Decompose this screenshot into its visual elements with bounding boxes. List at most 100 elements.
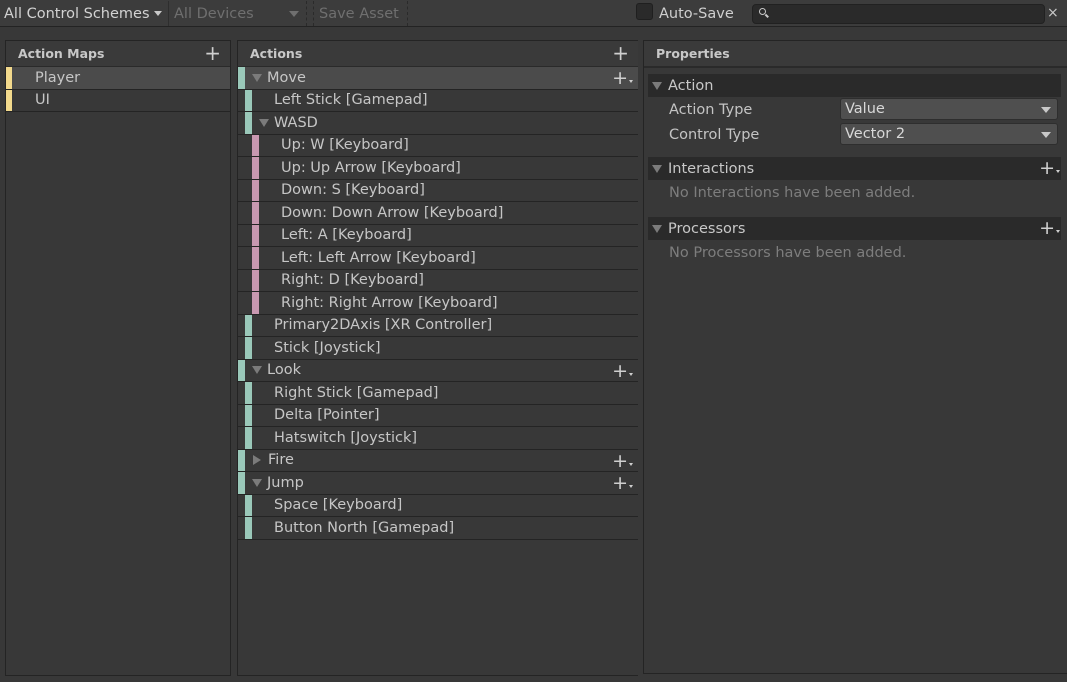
composite-part-item[interactable]: Right: D [Keyboard] — [238, 269, 638, 292]
binding-item[interactable]: Stick [Joystick] — [238, 337, 638, 360]
row-color-bar — [245, 427, 252, 449]
properties-title: Properties — [656, 46, 730, 61]
composite-part-item[interactable]: Down: S [Keyboard] — [238, 179, 638, 202]
actions-tree: Move + Left Stick [Gamepad] WASD Up: W [Keyb… — [238, 67, 638, 540]
search-field[interactable] — [752, 4, 1045, 24]
composite-part-item[interactable]: Up: W [Keyboard] — [238, 134, 638, 157]
interactions-empty-message: No Interactions have been added. — [669, 184, 916, 201]
composite-part-item[interactable]: Right: Right Arrow [Keyboard] — [238, 292, 638, 315]
add-action-button[interactable]: + — [612, 43, 629, 63]
properties-panel: Properties Action Action Type Value Cont… — [643, 40, 1067, 674]
save-asset-label: Save Asset — [319, 5, 399, 22]
row-label: Fire — [268, 452, 294, 469]
foldout-expanded-icon[interactable] — [252, 478, 262, 487]
binding-item[interactable]: Right Stick [Gamepad] — [238, 382, 638, 405]
action-section-title: Action — [668, 77, 714, 94]
interactions-section-header[interactable]: Interactions + — [648, 157, 1061, 180]
action-maps-header: Action Maps + — [6, 41, 230, 67]
control-type-label: Control Type — [669, 126, 760, 143]
action-type-label: Action Type — [669, 101, 753, 118]
action-item[interactable]: Look + — [238, 359, 638, 382]
row-color-bar — [252, 157, 259, 179]
row-label: Left: Left Arrow [Keyboard] — [281, 249, 476, 266]
action-type-row: Action Type Value — [644, 97, 1067, 122]
close-icon[interactable]: × — [1047, 5, 1059, 21]
chevron-down-icon — [1041, 107, 1051, 113]
control-scheme-dropdown[interactable]: All Control Schemes — [0, 1, 168, 26]
dropdown-indicator-icon — [629, 462, 633, 466]
action-map-item[interactable]: UI — [6, 89, 230, 112]
row-color-bar — [245, 89, 252, 111]
action-map-label: Player — [35, 69, 81, 86]
action-item[interactable]: Jump + — [238, 472, 638, 495]
composite-part-item[interactable]: Left: Left Arrow [Keyboard] — [238, 247, 638, 270]
foldout-expanded-icon — [652, 224, 662, 233]
processors-section-title: Processors — [668, 220, 746, 237]
control-type-dropdown[interactable]: Vector 2 — [840, 123, 1058, 145]
processors-empty-message: No Processors have been added. — [669, 244, 907, 261]
control-scheme-label: All Control Schemes — [4, 5, 150, 22]
actions-title: Actions — [250, 46, 303, 61]
composite-part-item[interactable]: Down: Down Arrow [Keyboard] — [238, 202, 638, 225]
add-binding-button[interactable]: + — [612, 451, 633, 471]
search-icon — [759, 8, 766, 15]
row-label: WASD — [274, 114, 318, 131]
action-type-value: Value — [845, 101, 885, 117]
action-map-item[interactable]: Player — [6, 67, 230, 90]
row-color-bar — [252, 269, 259, 291]
row-color-bar — [245, 517, 252, 539]
action-maps-list: Player UI — [6, 67, 230, 112]
auto-save-label: Auto-Save — [659, 6, 734, 22]
chevron-down-icon — [1041, 132, 1051, 138]
action-item[interactable]: Fire + — [238, 449, 638, 472]
row-color-bar — [252, 292, 259, 314]
foldout-expanded-icon[interactable] — [259, 118, 269, 127]
devices-label: All Devices — [174, 5, 254, 22]
row-color-bar — [245, 337, 252, 359]
binding-item[interactable]: Left Stick [Gamepad] — [238, 89, 638, 112]
row-color-bar — [238, 359, 245, 381]
composite-part-item[interactable]: Up: Up Arrow [Keyboard] — [238, 157, 638, 180]
composite-binding-item[interactable]: WASD — [238, 112, 638, 135]
binding-item[interactable]: Button North [Gamepad] — [238, 517, 638, 540]
row-label: Right Stick [Gamepad] — [274, 384, 439, 401]
action-map-label: UI — [35, 92, 50, 109]
composite-part-item[interactable]: Left: A [Keyboard] — [238, 224, 638, 247]
control-type-row: Control Type Vector 2 — [644, 122, 1067, 147]
dropdown-indicator-icon — [629, 372, 633, 376]
action-maps-panel: Action Maps + Player UI — [5, 40, 231, 676]
row-color-bar — [252, 179, 259, 201]
add-processor-button[interactable]: + — [1039, 218, 1060, 238]
row-color-bar — [245, 382, 252, 404]
processors-section-header[interactable]: Processors + — [648, 217, 1061, 240]
binding-item[interactable]: Hatswitch [Joystick] — [238, 427, 638, 450]
save-asset-button[interactable]: Save Asset — [313, 1, 408, 26]
toolbar: All Control Schemes All Devices Save Ass… — [0, 0, 1067, 27]
row-color-bar — [238, 67, 245, 89]
devices-dropdown[interactable]: All Devices — [168, 1, 307, 26]
binding-item[interactable]: Delta [Pointer] — [238, 404, 638, 427]
row-label: Down: S [Keyboard] — [281, 182, 425, 199]
add-action-map-button[interactable]: + — [204, 43, 221, 63]
search-input[interactable] — [771, 5, 1041, 23]
action-map-color-bar — [6, 67, 12, 89]
add-binding-button[interactable]: + — [612, 361, 633, 381]
row-label: Primary2DAxis [XR Controller] — [274, 317, 493, 334]
add-interaction-button[interactable]: + — [1039, 158, 1060, 178]
row-color-bar — [245, 404, 252, 426]
row-label: Hatswitch [Joystick] — [274, 429, 418, 446]
chevron-down-icon — [289, 11, 299, 17]
foldout-expanded-icon[interactable] — [252, 366, 262, 375]
binding-item[interactable]: Space [Keyboard] — [238, 494, 638, 517]
foldout-expanded-icon[interactable] — [252, 73, 262, 82]
foldout-collapsed-icon[interactable] — [253, 455, 261, 466]
add-binding-button[interactable]: + — [612, 473, 633, 493]
row-label: Down: Down Arrow [Keyboard] — [281, 204, 504, 221]
action-item[interactable]: Move + — [238, 67, 638, 90]
auto-save-checkbox[interactable] — [636, 3, 653, 20]
binding-item[interactable]: Primary2DAxis [XR Controller] — [238, 314, 638, 337]
row-label: Right: D [Keyboard] — [281, 272, 424, 289]
add-binding-button[interactable]: + — [612, 68, 633, 88]
action-section-header[interactable]: Action — [648, 74, 1061, 97]
action-type-dropdown[interactable]: Value — [840, 98, 1058, 120]
